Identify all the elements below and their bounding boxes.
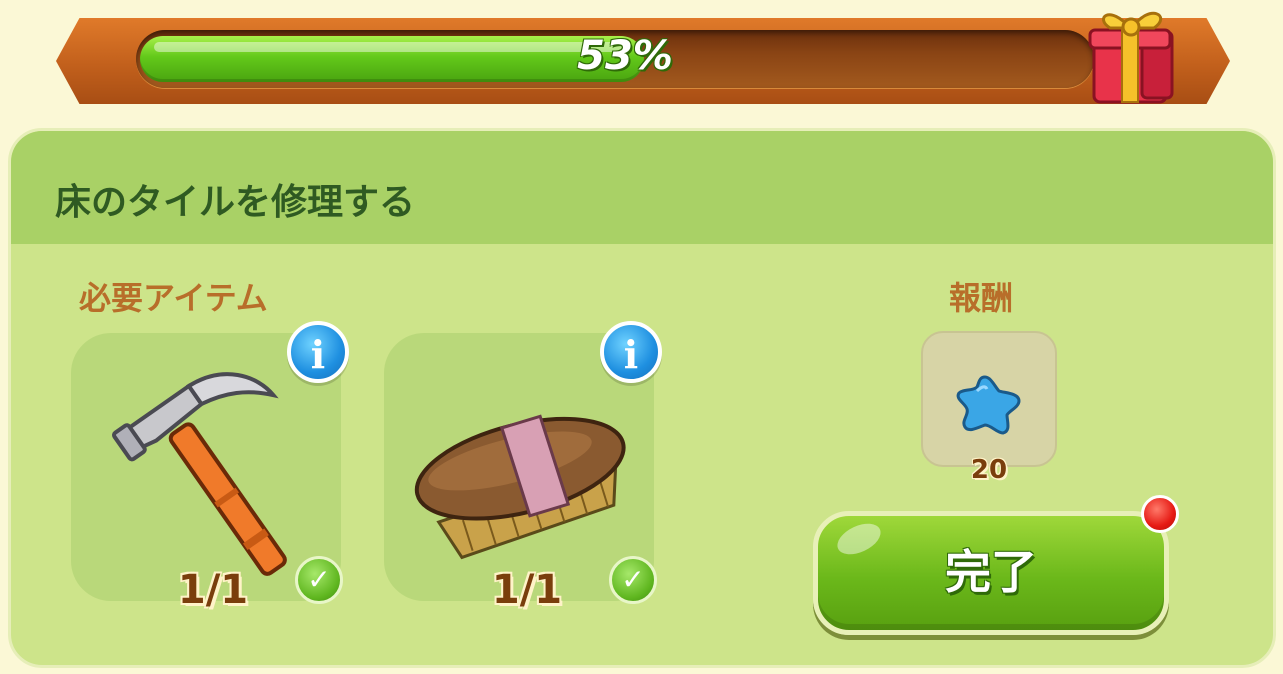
check-icon: ✓ — [295, 556, 343, 604]
check-icon: ✓ — [609, 556, 657, 604]
required-items-label: 必要アイテム — [79, 279, 268, 317]
item-count: 1/1 — [491, 567, 563, 613]
scrub-brush-icon — [402, 351, 636, 585]
progress-percent: 53% — [577, 33, 673, 79]
reward-slot — [921, 331, 1057, 467]
info-icon[interactable]: i — [600, 321, 662, 383]
task-title: 床のタイルを修理する — [55, 182, 416, 223]
hammer-icon — [89, 351, 323, 585]
gift-box-icon[interactable] — [1080, 0, 1188, 108]
blue-star-icon — [955, 373, 1025, 435]
task-header: 床のタイルを修理する — [11, 131, 1273, 244]
notification-dot — [1141, 495, 1179, 533]
task-panel: 床のタイルを修理する 必要アイテム 報酬 i i 1/1 1/1 ✓ ✓ 20 … — [8, 128, 1276, 668]
item-count: 1/1 — [177, 567, 249, 613]
info-icon[interactable]: i — [287, 321, 349, 383]
reward-amount: 20 — [970, 455, 1008, 485]
progress-bar-fill — [140, 36, 644, 82]
complete-button[interactable]: 完了 — [813, 511, 1169, 635]
reward-label: 報酬 — [949, 279, 1014, 317]
